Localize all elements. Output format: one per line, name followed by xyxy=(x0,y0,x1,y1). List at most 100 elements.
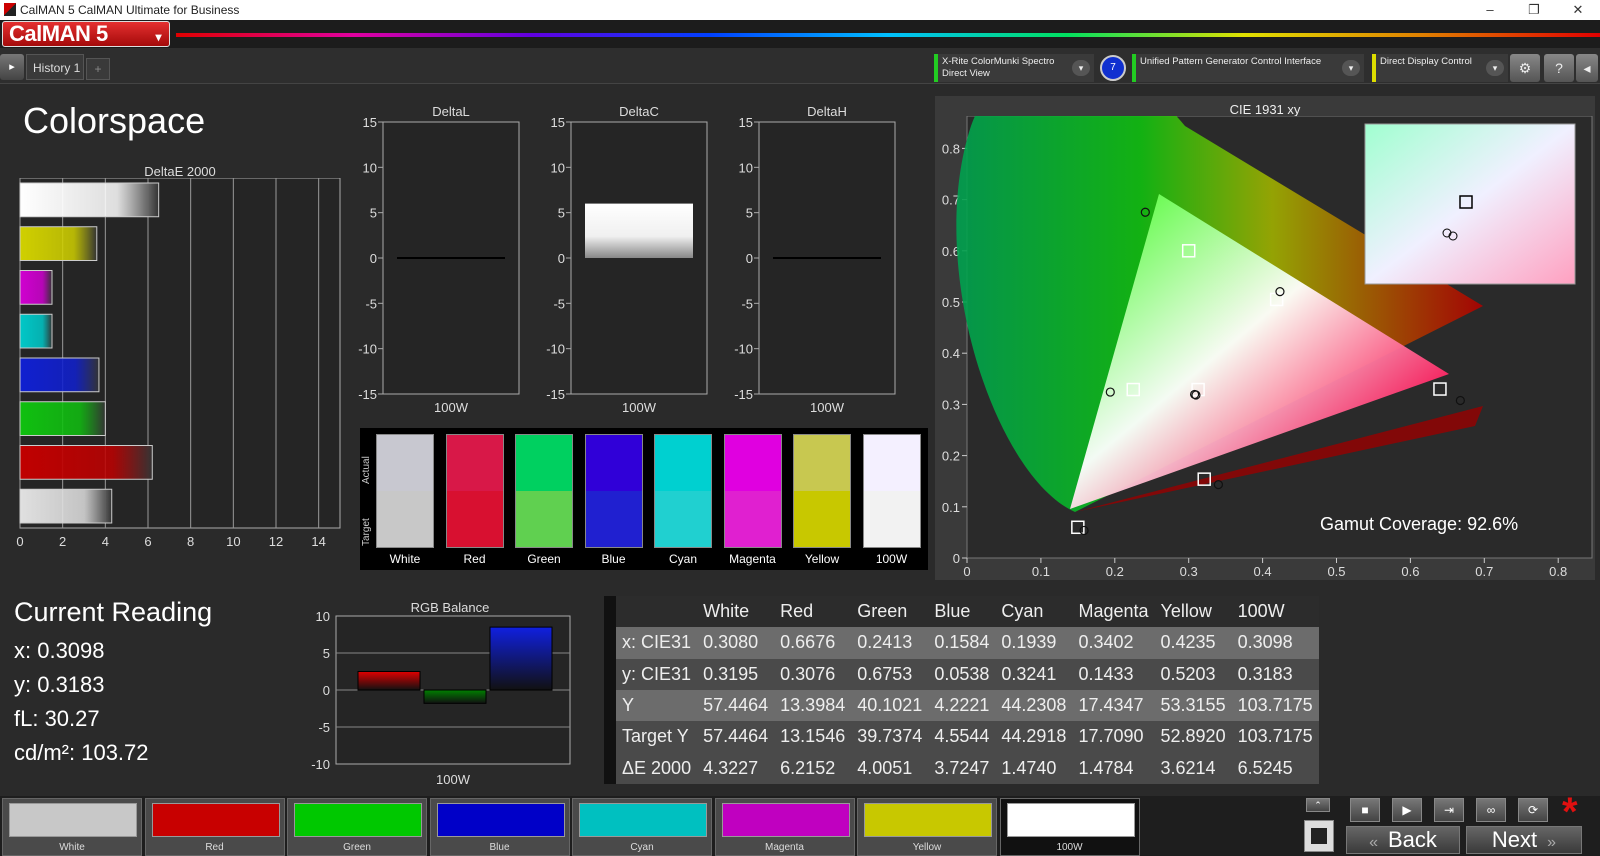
y-tick-label: 0.2 xyxy=(942,449,960,464)
swatch-cyan xyxy=(654,434,712,548)
up-arrow-icon[interactable]: ⌃ xyxy=(1306,798,1330,812)
table-cell: 0.6753 xyxy=(857,663,913,684)
table-cell: 4.2221 xyxy=(934,695,990,716)
column-header: 100W xyxy=(1237,601,1285,622)
pattern-generator-selector[interactable]: Unified Pattern Generator Control Interf… xyxy=(1132,54,1364,82)
settings-gear-icon[interactable]: ⚙ xyxy=(1510,54,1540,82)
refresh-icon[interactable]: ⟳ xyxy=(1518,798,1548,822)
pattern-color xyxy=(436,803,565,837)
chevron-down-icon: ▾ xyxy=(1486,60,1504,76)
pattern-button-white[interactable]: White xyxy=(2,798,142,856)
y-tick-label: -10 xyxy=(734,342,753,357)
swatch-green xyxy=(515,434,573,548)
swatch-white xyxy=(376,434,434,548)
pattern-label: Cyan xyxy=(630,842,654,853)
y-tick-label: 0.4 xyxy=(942,346,960,361)
pattern-generator-label: Unified Pattern Generator Control Interf… xyxy=(1140,56,1322,67)
table-cell: 3.6214 xyxy=(1160,757,1216,778)
pattern-label: Yellow xyxy=(912,842,942,853)
next-button[interactable]: Next » xyxy=(1466,826,1582,854)
y-tick-label: 0.8 xyxy=(942,141,960,156)
y-tick-label: -15 xyxy=(734,387,753,402)
pattern-button-green[interactable]: Green xyxy=(287,798,427,856)
pattern-color xyxy=(9,803,137,837)
pattern-button-yellow[interactable]: Yellow xyxy=(857,798,997,856)
tab-history-1[interactable]: History 1 xyxy=(26,54,84,80)
loop-icon[interactable]: ∞ xyxy=(1476,798,1506,822)
actual-swatch xyxy=(863,435,920,491)
table-cell: 17.4347 xyxy=(1078,695,1144,716)
meter-status-button[interactable]: 7 xyxy=(1100,55,1126,81)
minimize-button[interactable]: – xyxy=(1468,0,1512,20)
stop-icon[interactable]: ■ xyxy=(1350,798,1380,822)
y-tick-label: 0.5 xyxy=(942,295,960,310)
meter-selector[interactable]: X-Rite ColorMunki Spectro Direct View ▾ xyxy=(934,54,1094,82)
target-swatch xyxy=(655,491,711,547)
close-button[interactable]: ✕ xyxy=(1556,0,1600,20)
x-tick-label: 0.6 xyxy=(1401,564,1419,579)
back-label: Back xyxy=(1387,827,1437,852)
step-icon[interactable]: ⇥ xyxy=(1434,798,1464,822)
pattern-button-red[interactable]: Red xyxy=(144,798,285,856)
actual-target-swatches: Actual Target White Red Green Blue Cyan Magen… xyxy=(360,428,928,570)
calman-logo-menu[interactable]: CalMAN 5 ▾ xyxy=(2,21,170,47)
table-cell: 6.5245 xyxy=(1237,757,1293,778)
add-tab-button[interactable]: + xyxy=(86,58,110,80)
pattern-button-100w[interactable]: 100W xyxy=(999,798,1140,856)
chevron-down-icon: ▾ xyxy=(155,30,161,44)
deltae-bar-yellow xyxy=(19,226,98,261)
y-tick-label: 0 xyxy=(953,551,960,566)
play-measure-icon[interactable]: ▶ xyxy=(1392,798,1422,822)
table-cell: Y xyxy=(622,695,635,716)
display-control-selector[interactable]: Direct Display Control ▾ xyxy=(1372,54,1508,82)
table-cell: 57.4464 xyxy=(703,726,769,747)
window-titlebar: CalMAN 5 CalMAN Ultimate for Business – … xyxy=(0,0,1600,20)
y-tick-label: -5 xyxy=(553,296,565,311)
x-tick-label: 0 xyxy=(16,534,23,549)
display-control-label: Direct Display Control xyxy=(1380,56,1472,67)
table-cell: 0.3080 xyxy=(703,632,759,653)
reading-y: y: 0.3183 xyxy=(14,672,105,697)
deltae-bar-blue xyxy=(19,357,100,393)
back-button[interactable]: « Back xyxy=(1346,826,1460,854)
table-cell: 0.2413 xyxy=(857,632,913,653)
y-tick-label: 15 xyxy=(739,115,753,130)
delta-chart-title: DeltaL xyxy=(432,104,470,119)
pattern-button-magenta[interactable]: Magenta xyxy=(714,798,855,856)
pattern-button-blue[interactable]: Blue xyxy=(429,798,570,856)
table-cell: 0.3183 xyxy=(1237,663,1293,684)
rgb-bar-g xyxy=(423,689,487,704)
table-cell: 0.6676 xyxy=(780,632,836,653)
pattern-button-cyan[interactable]: Cyan xyxy=(572,798,712,856)
cie-chart: 0 0.1 0.2 0.3 0.4 0.5 0.6 0.7 0.80.80.70.60.50.4… xyxy=(942,116,1593,579)
cie-panel: CIE 1931 xy 0 0.1 0.2 0.3 0.4 0.5 0.6 0.… xyxy=(935,96,1595,580)
collapse-icon[interactable]: ◂ xyxy=(1576,54,1598,82)
deltae-chart-title: DeltaE 2000 xyxy=(144,164,216,179)
target-label: Target xyxy=(361,518,372,546)
target-swatch xyxy=(863,491,920,547)
table-row: ΔE 2000 4.3227 6.2152 4.0051 3.7247 1.4740 1.4… xyxy=(616,752,1319,784)
table-cell: 3.7247 xyxy=(934,757,990,778)
table-cell: 1.4740 xyxy=(1001,757,1057,778)
y-tick-label: 0.1 xyxy=(942,500,960,515)
y-tick-label: 0 xyxy=(558,251,565,266)
table-cell: 0.4235 xyxy=(1160,632,1216,653)
pattern-color xyxy=(579,803,707,837)
next-label: Next xyxy=(1491,827,1538,852)
swatch-label: Red xyxy=(463,552,486,566)
x-tick-label: 0.3 xyxy=(1180,564,1198,579)
y-tick-label: -5 xyxy=(318,720,330,735)
maximize-button[interactable]: ❐ xyxy=(1512,0,1556,20)
app-icon xyxy=(4,3,16,16)
column-header: Blue xyxy=(934,601,971,622)
play-icon[interactable]: ▸ xyxy=(0,54,24,80)
table-cell: 4.3227 xyxy=(703,757,759,778)
stop-record-button[interactable] xyxy=(1304,820,1334,852)
table-row: Y 57.4464 13.3984 40.1021 4.2221 44.2308 17.43… xyxy=(616,689,1319,722)
help-icon[interactable]: ? xyxy=(1544,54,1574,82)
target-swatch xyxy=(446,491,503,547)
table-cell: 17.7090 xyxy=(1078,726,1144,747)
table-cell: 44.2918 xyxy=(1001,726,1067,747)
x-tick-label: 8 xyxy=(187,534,194,549)
next-arrow-icon: » xyxy=(1547,834,1557,851)
